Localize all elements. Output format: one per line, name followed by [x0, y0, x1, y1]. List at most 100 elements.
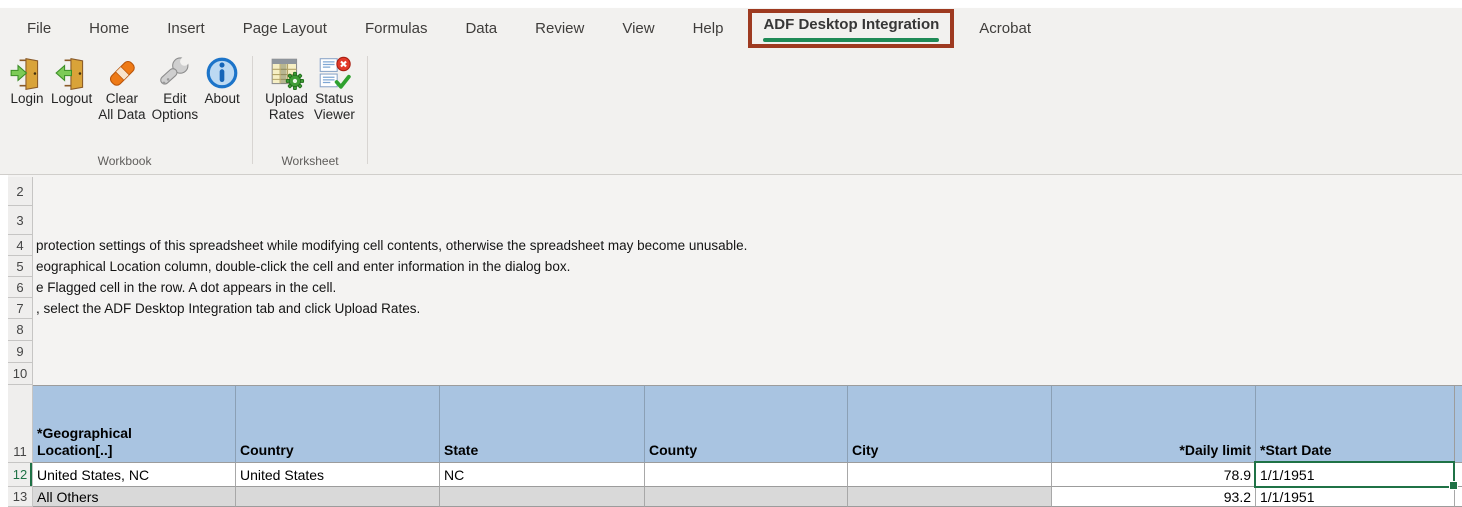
cell-row8[interactable]	[33, 319, 1462, 341]
button-label: Status	[315, 91, 354, 106]
tab-file[interactable]: File	[8, 8, 70, 48]
tab-review[interactable]: Review	[516, 8, 603, 48]
row-header-3[interactable]: 3	[8, 206, 33, 235]
ribbon-group-worksheet: Upload Rates Status Viewer Worksheet	[262, 48, 358, 174]
row-header-7[interactable]: 7	[8, 298, 33, 319]
cell-county[interactable]	[645, 463, 848, 487]
header-daily-limit[interactable]: *Daily limit	[1052, 385, 1256, 463]
instruction-text-row4[interactable]: protection settings of this spreadsheet …	[33, 235, 1462, 256]
button-label-2: Rates	[268, 107, 305, 122]
header-country[interactable]: Country	[236, 385, 440, 463]
status-viewer-button[interactable]: Status Viewer	[311, 53, 358, 125]
cell-row2[interactable]	[33, 177, 1462, 206]
sheet-row-10: 10	[8, 363, 1462, 385]
ribbon-group-workbook: Login Logout Clear All Data Edit Options…	[6, 48, 243, 174]
group-label-worksheet: Worksheet	[281, 154, 339, 168]
ribbon-button-area: Login Logout Clear All Data Edit Options…	[0, 48, 1462, 174]
cell-geographical-location[interactable]: All Others	[33, 487, 236, 507]
ribbon: File Home Insert Page Layout Formulas Da…	[0, 8, 1462, 175]
tab-page-layout[interactable]: Page Layout	[224, 8, 346, 48]
table-header-row: 11 *Geographical Location[..] Country St…	[8, 385, 1462, 463]
cell-country[interactable]: United States	[236, 463, 440, 487]
edit-options-button[interactable]: Edit Options	[149, 53, 202, 125]
header-state[interactable]: State	[440, 385, 645, 463]
row-header-8[interactable]: 8	[8, 319, 33, 341]
cell-start-date[interactable]: 1/1/1951	[1256, 487, 1455, 507]
login-button[interactable]: Login	[6, 53, 48, 109]
row-header-4[interactable]: 4	[8, 235, 33, 256]
button-label-2: Options	[151, 107, 199, 122]
tab-adf-desktop-integration[interactable]: ADF Desktop Integration	[748, 8, 955, 48]
row-header-6[interactable]: 6	[8, 277, 33, 298]
active-tab-underline	[763, 37, 940, 42]
table-row-13: 13 All Others 93.2 1/1/1951	[8, 487, 1462, 507]
tab-home[interactable]: Home	[70, 8, 148, 48]
cell-country[interactable]	[236, 487, 440, 507]
logout-button[interactable]: Logout	[48, 53, 95, 109]
login-door-icon	[9, 55, 45, 91]
button-label-2: Viewer	[313, 107, 355, 122]
button-label: Logout	[51, 91, 93, 106]
row-header-13[interactable]: 13	[8, 487, 33, 507]
button-label: Upload	[265, 91, 308, 106]
row-header-9[interactable]: 9	[8, 341, 33, 363]
cell-state[interactable]: NC	[440, 463, 645, 487]
cell-start-date-selected[interactable]: 1/1/1951	[1254, 461, 1458, 490]
upload-rates-icon	[269, 55, 305, 91]
about-button[interactable]: About	[201, 53, 243, 109]
row-header-2[interactable]: 2	[8, 177, 33, 206]
tab-help[interactable]: Help	[674, 8, 743, 48]
ribbon-group-separator-2	[366, 56, 368, 164]
tab-acrobat[interactable]: Acrobat	[960, 8, 1050, 48]
cell-daily-limit[interactable]: 93.2	[1052, 487, 1256, 507]
selected-cell-value: 1/1/1951	[1260, 466, 1315, 483]
button-label: Clear	[105, 91, 139, 106]
tab-insert[interactable]: Insert	[148, 8, 224, 48]
cell-state[interactable]	[440, 487, 645, 507]
cell-row10[interactable]	[33, 363, 1462, 385]
header-start-date[interactable]: *Start Date	[1256, 385, 1455, 463]
cell-daily-limit[interactable]: 78.9	[1052, 463, 1256, 487]
button-label-2: All Data	[98, 107, 146, 122]
instruction-text-row5[interactable]: eographical Location column, double-clic…	[33, 256, 1462, 277]
button-label: Login	[10, 91, 44, 106]
sheet-row-8: 8	[8, 319, 1462, 341]
cell-row9[interactable]	[33, 341, 1462, 363]
spreadsheet: 2 3 4 protection settings of this spreads…	[0, 175, 1462, 507]
eraser-icon	[104, 55, 140, 91]
tab-data[interactable]: Data	[446, 8, 516, 48]
logout-door-icon	[54, 55, 90, 91]
header-geographical-location[interactable]: *Geographical Location[..]	[33, 385, 236, 463]
cell-city[interactable]	[848, 463, 1052, 487]
info-icon	[204, 55, 240, 91]
cell-city[interactable]	[848, 487, 1052, 507]
row-header-5[interactable]: 5	[8, 256, 33, 277]
row-header-10[interactable]: 10	[8, 363, 33, 385]
instruction-text-row7[interactable]: , select the ADF Desktop Integration tab…	[33, 298, 1462, 319]
active-tab-label: ADF Desktop Integration	[763, 15, 940, 33]
upload-rates-button[interactable]: Upload Rates	[262, 53, 311, 125]
instruction-text-row6[interactable]: e Flagged cell in the row. A dot appears…	[33, 277, 1462, 298]
sheet-row-9: 9	[8, 341, 1462, 363]
sheet-row-7: 7, select the ADF Desktop Integration ta…	[8, 298, 1462, 319]
cell-sliver	[1455, 487, 1462, 507]
row-header-11[interactable]: 11	[8, 385, 33, 463]
fill-handle[interactable]	[1449, 481, 1458, 490]
sheet-row-5: 5 eographical Location column, double-cli…	[8, 256, 1462, 277]
row-header-12[interactable]: 12	[8, 463, 33, 487]
cell-geographical-location[interactable]: United States, NC	[33, 463, 236, 487]
header-city[interactable]: City	[848, 385, 1052, 463]
cell-row3[interactable]	[33, 206, 1462, 235]
sheet-row-2: 2	[8, 177, 1462, 206]
tab-formulas[interactable]: Formulas	[346, 8, 447, 48]
status-viewer-icon	[316, 55, 352, 91]
wrench-icon	[157, 55, 193, 91]
cell-county[interactable]	[645, 487, 848, 507]
tab-view[interactable]: View	[603, 8, 673, 48]
sheet-row-6: 6e Flagged cell in the row. A dot appear…	[8, 277, 1462, 298]
ribbon-tab-bar: File Home Insert Page Layout Formulas Da…	[0, 8, 1462, 48]
button-label: About	[204, 91, 240, 106]
header-county[interactable]: County	[645, 385, 848, 463]
header-sliver	[1455, 385, 1462, 463]
clear-all-data-button[interactable]: Clear All Data	[95, 53, 148, 125]
